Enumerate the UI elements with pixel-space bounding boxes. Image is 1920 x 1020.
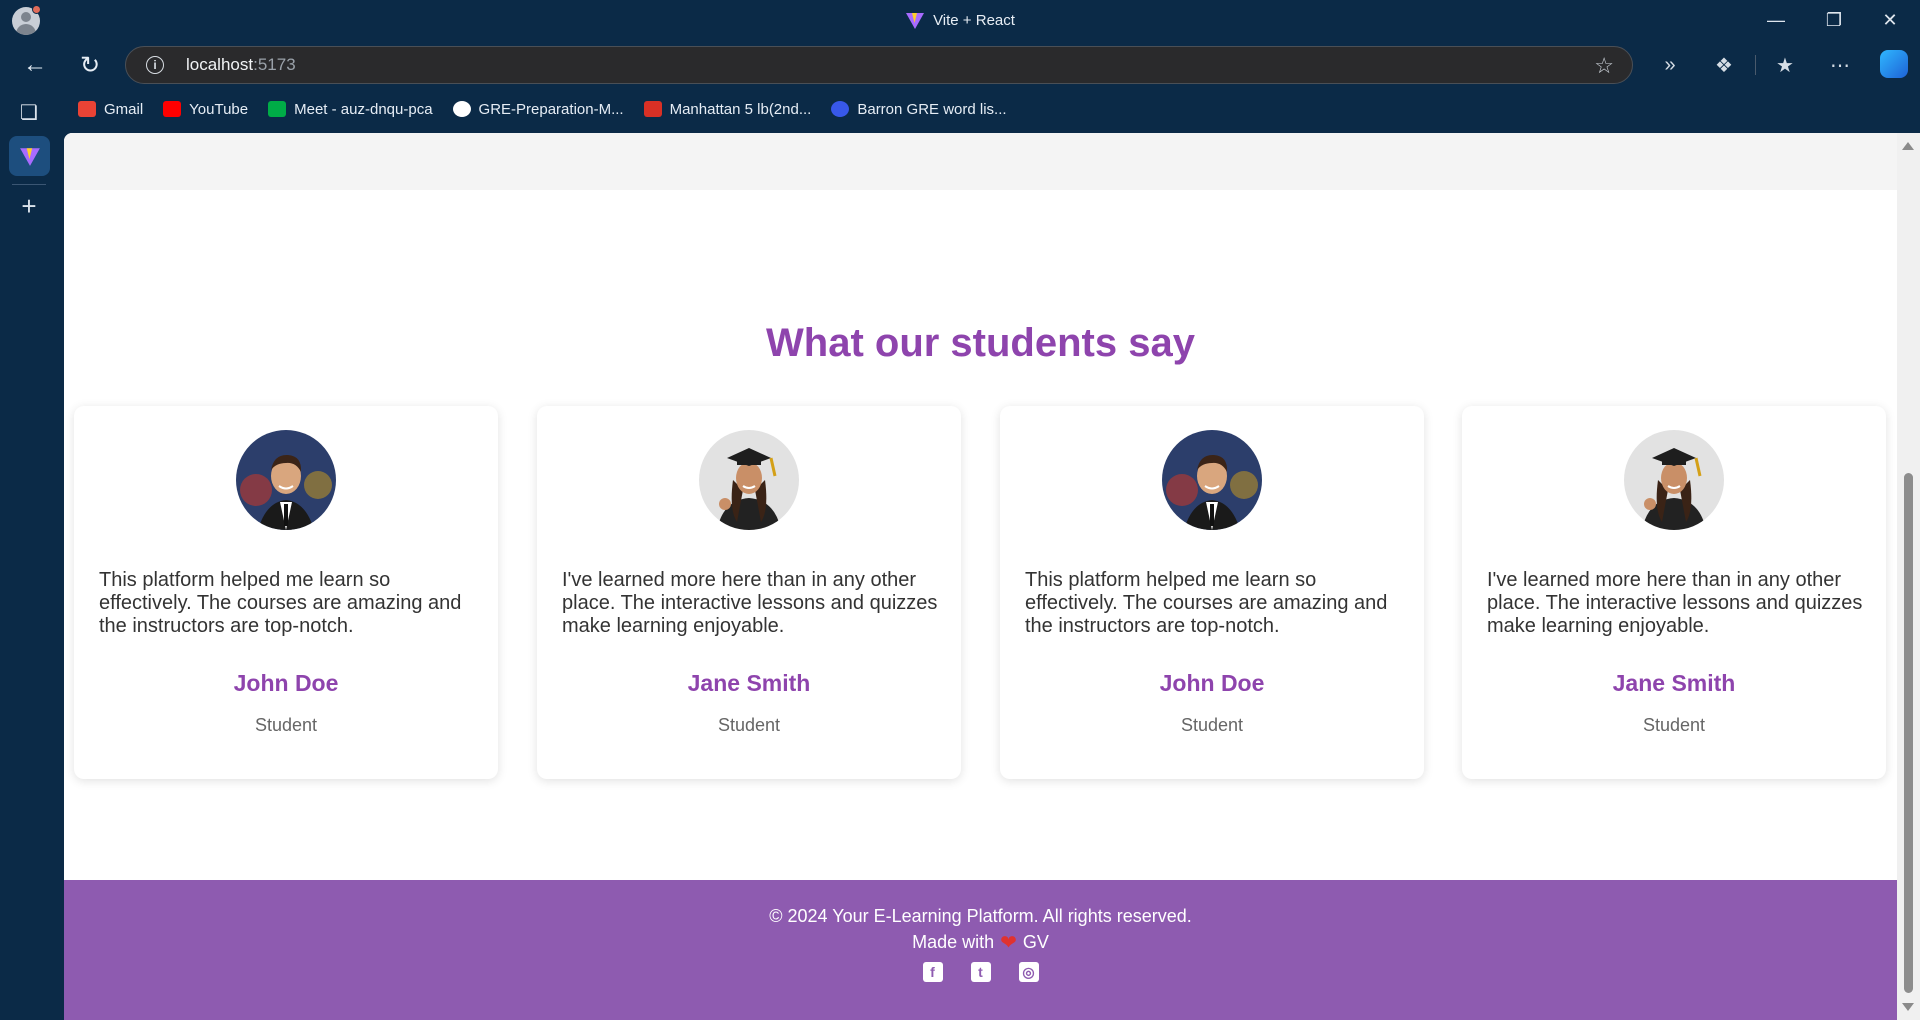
back-button[interactable]: ← <box>20 50 50 80</box>
testimonial-name: John Doe <box>1159 670 1265 696</box>
bookmark-youtube[interactable]: YouTube <box>163 101 248 118</box>
new-tab-button[interactable]: + <box>0 191 58 221</box>
testimonial-name: Jane Smith <box>687 670 811 696</box>
window-title-text: Vite + React <box>933 11 1015 29</box>
testimonial-role: Student <box>717 715 781 735</box>
vite-tab-icon <box>19 148 40 166</box>
testimonial-quote: I've learned more here than in any other… <box>562 569 938 637</box>
tab-actions-icon[interactable]: ❏ <box>0 98 58 126</box>
bookmark-barron[interactable]: Barron GRE word lis... <box>831 100 1007 118</box>
tab-divider <box>12 184 46 185</box>
close-window-button[interactable]: ✕ <box>1862 0 1918 40</box>
scroll-up-arrow-icon[interactable] <box>1902 142 1914 150</box>
heart-icon: ❤ <box>1000 932 1017 954</box>
female-graduate-avatar <box>1624 430 1724 530</box>
page-footer: © 2024 Your E-Learning Platform. All rig… <box>64 880 1897 1020</box>
active-tab-vite[interactable] <box>9 136 50 176</box>
instagram-icon[interactable]: ◎ <box>1018 962 1039 982</box>
vertical-scrollbar[interactable] <box>1897 133 1920 1020</box>
social-links: f t ◎ <box>64 962 1897 982</box>
bookmark-github[interactable]: GRE-Preparation-M... <box>452 100 624 118</box>
twitter-icon[interactable]: t <box>970 962 991 982</box>
github-icon <box>452 101 471 117</box>
minimize-button[interactable]: — <box>1748 0 1804 40</box>
testimonial-role: Student <box>1642 715 1706 735</box>
scrollbar-thumb[interactable] <box>1904 473 1913 993</box>
restore-button[interactable]: ❐ <box>1806 0 1862 40</box>
footer-made-with: Made with ❤ GV <box>64 930 1897 955</box>
testimonial-quote: This platform helped me learn so effecti… <box>99 569 462 637</box>
facebook-icon[interactable]: f <box>922 962 943 982</box>
favorite-star-icon[interactable]: ☆ <box>1594 53 1614 79</box>
testimonial-card: I've learned more here than in any other… <box>537 406 961 779</box>
testimonial-quote: I've learned more here than in any other… <box>1487 569 1863 637</box>
testimonial-card: This platform helped me learn so effecti… <box>1000 406 1424 779</box>
bookmark-label: Meet - auz-dnqu-pca <box>294 100 433 118</box>
bookmark-label: Manhattan 5 lb(2nd... <box>669 100 812 118</box>
testimonial-role: Student <box>254 715 318 735</box>
female-graduate-avatar <box>699 430 799 530</box>
title-bar: Vite + React — ❐ ✕ <box>0 0 1920 40</box>
footer-copyright: © 2024 Your E-Learning Platform. All rig… <box>769 906 1192 926</box>
bookmark-gmail[interactable]: Gmail <box>78 101 143 118</box>
testimonial-card: I've learned more here than in any other… <box>1462 406 1886 779</box>
vite-icon <box>906 13 925 29</box>
testimonial-role: Student <box>1180 715 1244 735</box>
favorites-icon[interactable]: ★ <box>1769 50 1801 80</box>
bookmark-manhattan[interactable]: Manhattan 5 lb(2nd... <box>643 100 812 118</box>
more-menu-icon[interactable]: ⋯ <box>1824 50 1856 80</box>
copilot-icon[interactable] <box>1880 50 1908 78</box>
youtube-icon <box>163 101 182 117</box>
gmail-icon <box>78 101 96 117</box>
bookmark-label: Barron GRE word lis... <box>857 100 1007 118</box>
testimonial-card: This platform helped me learn so effecti… <box>74 406 498 779</box>
extensions-icon[interactable]: ❖ <box>1708 50 1740 80</box>
url-text[interactable]: localhost:5173 <box>186 55 296 75</box>
wordpress-icon <box>831 101 850 117</box>
meet-icon <box>268 101 287 117</box>
male-graduate-avatar <box>1162 430 1262 530</box>
refresh-button[interactable]: ↻ <box>75 50 105 80</box>
section-title: What our students say <box>766 321 1195 365</box>
toolbar-divider <box>1755 55 1756 75</box>
testimonial-name: Jane Smith <box>1612 670 1736 696</box>
testimonial-name: John Doe <box>233 670 339 696</box>
testimonial-quote: This platform helped me learn so effecti… <box>1025 569 1388 637</box>
bookmark-label: YouTube <box>189 100 249 118</box>
made-with-suffix: GV <box>1022 932 1049 952</box>
bookmarks-bar: Gmail YouTube Meet - auz-dnqu-pca GRE-Pr… <box>78 96 1007 122</box>
bookmark-label: GRE-Preparation-M... <box>478 100 624 118</box>
scroll-down-arrow-icon[interactable] <box>1902 1003 1914 1011</box>
bookmark-label: Gmail <box>104 100 144 118</box>
made-with-prefix: Made with <box>912 932 995 952</box>
forward-arrows-icon[interactable]: » <box>1654 50 1686 80</box>
bookmark-meet[interactable]: Meet - auz-dnqu-pca <box>268 100 433 118</box>
pdf-icon <box>643 101 662 117</box>
address-bar[interactable]: i localhost:5173 ☆ <box>125 46 1633 84</box>
page-viewport: What our students say This platform help… <box>64 133 1920 1020</box>
site-info-icon[interactable]: i <box>146 56 164 74</box>
page-top-strip <box>64 133 1897 190</box>
window-title: Vite + React <box>0 0 1920 40</box>
male-graduate-avatar <box>236 430 336 530</box>
